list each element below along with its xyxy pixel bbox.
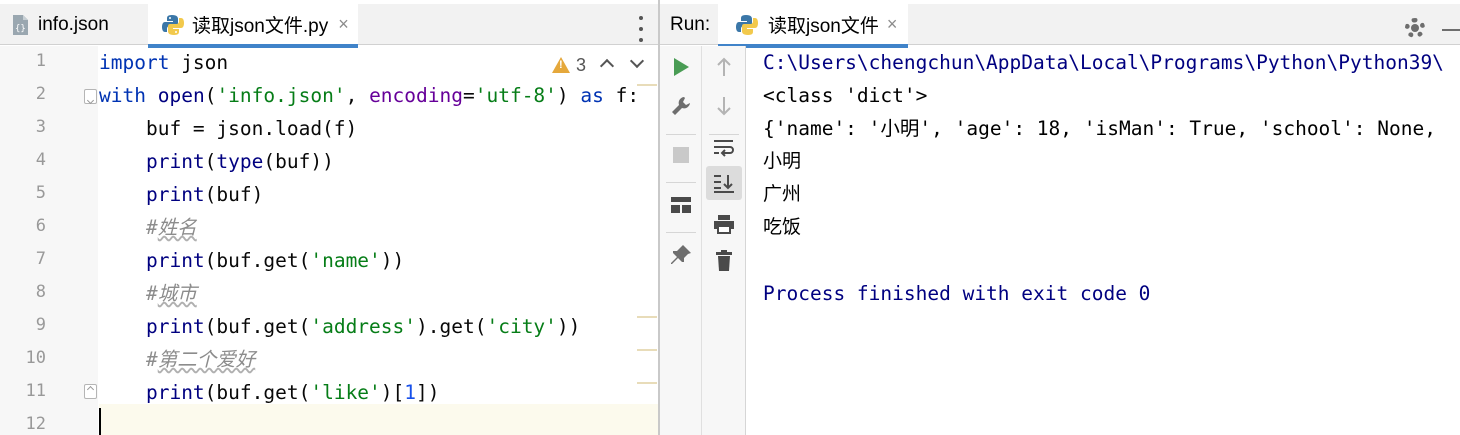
pin-tab-button[interactable] <box>665 239 697 271</box>
warning-count: 3 <box>576 54 587 75</box>
tab-label: info.json <box>38 13 109 35</box>
scroll-to-end-icon <box>714 175 734 193</box>
wrench-icon <box>672 97 690 115</box>
print-button[interactable] <box>708 208 740 240</box>
console-line: 小明 <box>763 150 802 172</box>
down-stack-frame-button[interactable] <box>708 90 740 122</box>
code-area[interactable]: import json with open('info.json', encod… <box>99 46 659 435</box>
warning-icon <box>552 57 570 73</box>
line-number: 1 <box>35 51 46 71</box>
code-line-5: print(buf) <box>145 183 264 206</box>
toolbar-separator <box>666 182 696 183</box>
toolbar-separator <box>666 232 696 233</box>
play-icon <box>674 58 689 76</box>
soft-wrap-button[interactable] <box>708 132 740 164</box>
line-gutter: 1 2 3 4 5 6 7 8 9 10 11 12 <box>0 46 98 435</box>
clear-all-button[interactable] <box>708 245 740 277</box>
editor-tab-bar: {} info.json × 读取json文件.py × <box>0 4 659 48</box>
close-icon[interactable]: × <box>887 14 898 35</box>
error-stripe-mark[interactable] <box>637 382 657 384</box>
modify-run-config-button[interactable] <box>665 90 697 122</box>
toolbar-separator <box>666 134 696 135</box>
more-vertical-icon[interactable] <box>634 16 648 42</box>
minimize-icon[interactable] <box>1442 29 1460 31</box>
fold-collapse-icon[interactable] <box>84 89 97 104</box>
python-file-icon <box>162 14 184 35</box>
arrow-down-icon <box>717 97 731 116</box>
arrow-up-icon <box>717 57 731 76</box>
console-line: <class 'dict'> <box>763 84 928 107</box>
line-number: 4 <box>35 150 46 170</box>
console-output[interactable]: C:\Users\chengchun\AppData\Local\Program… <box>763 46 1460 435</box>
run-tool-window: Run: 读取json文件 × C:\Users\chengchun\AppDa… <box>660 0 1460 435</box>
line-number: 6 <box>35 216 46 236</box>
line-number: 10 <box>25 348 46 368</box>
run-header: Run: 读取json文件 × <box>660 4 1460 48</box>
error-stripe-mark[interactable] <box>637 349 657 351</box>
pin-icon <box>671 245 691 264</box>
code-line-6: #姓名 <box>145 216 197 239</box>
run-tab-label: 读取json文件 <box>768 16 879 37</box>
code-line-11: print(buf.get('like')[1]) <box>145 381 440 404</box>
stop-icon <box>673 147 689 163</box>
rerun-button[interactable] <box>665 51 697 83</box>
code-line-3: buf = json.load(f) <box>99 117 358 140</box>
scroll-to-end-button[interactable] <box>706 166 742 200</box>
code-line-9: print(buf.get('address').get('city')) <box>145 315 581 338</box>
run-title: Run: <box>670 14 711 35</box>
line-number: 8 <box>35 282 46 302</box>
error-stripe-mark[interactable] <box>637 316 657 318</box>
tab-read-json-py[interactable]: 读取json文件.py × <box>148 4 358 45</box>
code-line-1: import json <box>99 51 229 74</box>
printer-icon <box>714 215 734 234</box>
python-file-icon <box>736 14 758 35</box>
line-number: 3 <box>35 117 46 137</box>
line-number: 2 <box>35 84 46 104</box>
fold-end-icon[interactable] <box>84 384 97 399</box>
inspection-widget[interactable]: 3 <box>552 52 586 78</box>
code-line-10: #第二个爱好 <box>145 348 256 371</box>
trash-icon <box>716 250 732 271</box>
layout-button[interactable] <box>665 189 697 221</box>
run-toolbar-primary <box>660 46 702 435</box>
code-line-7: print(buf.get('name')) <box>145 249 405 272</box>
run-toolbar-secondary <box>702 46 746 435</box>
line-number: 9 <box>35 315 46 335</box>
line-number: 12 <box>25 414 46 434</box>
tab-info-json[interactable]: {} info.json × <box>10 4 148 45</box>
line-number: 5 <box>35 183 46 203</box>
console-line: 广州 <box>763 183 802 205</box>
code-line-8: #城市 <box>145 282 197 305</box>
json-file-icon: {} <box>13 14 28 35</box>
close-icon[interactable]: × <box>338 14 349 35</box>
error-stripe-mark[interactable] <box>637 84 657 86</box>
text-caret <box>99 408 101 435</box>
gear-icon[interactable] <box>1405 18 1425 38</box>
tab-label: 读取json文件.py <box>192 16 329 37</box>
code-line-4: print(type(buf)) <box>145 150 334 173</box>
run-config-tab[interactable]: 读取json文件 × <box>718 4 908 45</box>
layout-icon <box>671 197 691 213</box>
stop-button[interactable] <box>665 139 697 171</box>
console-line: C:\Users\chengchun\AppData\Local\Program… <box>763 51 1444 74</box>
process-finished-line: Process finished with exit code 0 <box>763 282 1151 305</box>
line-number: 7 <box>35 249 46 269</box>
line-number: 11 <box>25 381 46 401</box>
soft-wrap-icon <box>714 140 734 157</box>
code-line-2: with open('info.json', encoding='utf-8')… <box>99 84 640 107</box>
svg-text:{}: {} <box>15 24 26 34</box>
console-line: {'name': '小明', 'age': 18, 'isMan': True,… <box>763 117 1436 140</box>
console-line: 吃饭 <box>763 216 802 238</box>
editor-pane: {} info.json × 读取json文件.py × 1 2 3 4 5 6… <box>0 0 659 435</box>
up-stack-frame-button[interactable] <box>708 51 740 83</box>
